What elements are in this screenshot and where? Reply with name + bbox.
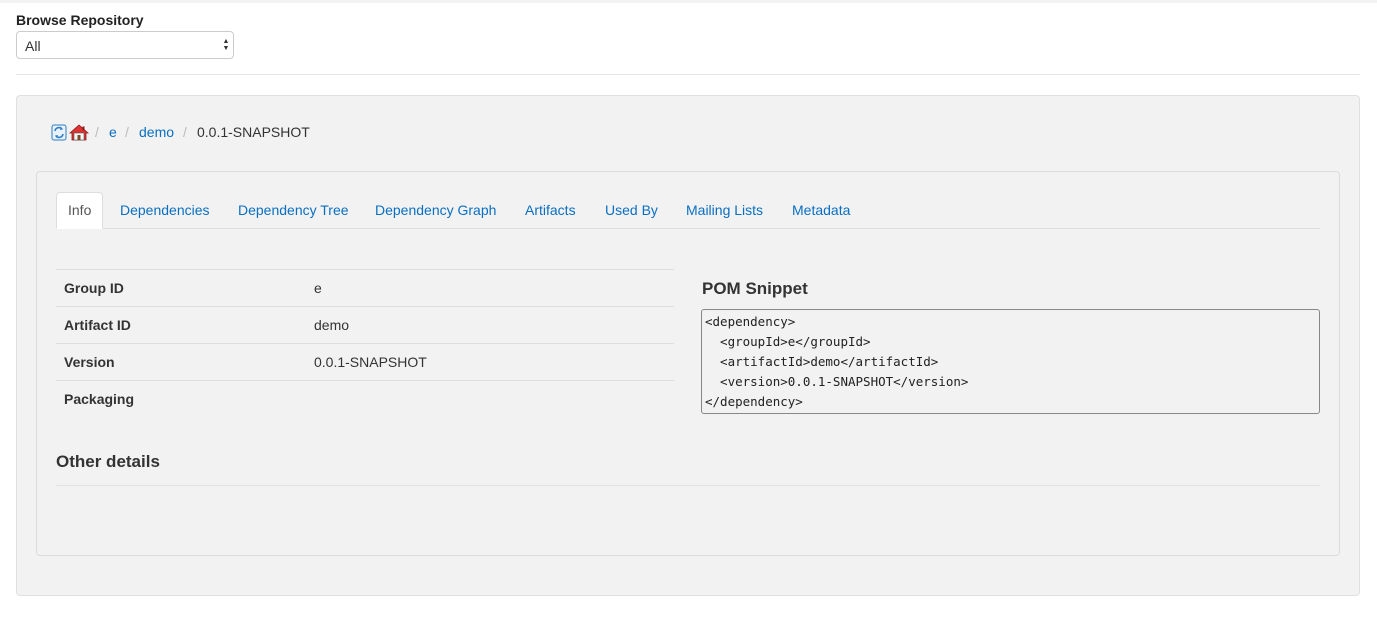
table-row-border (56, 380, 674, 381)
artifact-id-label: Artifact ID (64, 317, 131, 333)
group-id-label: Group ID (64, 280, 124, 296)
table-row-border (56, 343, 674, 344)
breadcrumb-current-version: 0.0.1-SNAPSHOT (197, 124, 310, 140)
home-icon[interactable] (68, 124, 90, 144)
other-details-divider (56, 485, 1320, 486)
version-label: Version (64, 354, 115, 370)
repository-select-value: All (25, 38, 41, 54)
repository-select[interactable]: All ▲ ▼ (16, 31, 234, 59)
select-arrows-icon: ▲ ▼ (222, 38, 230, 52)
tab-info[interactable]: Info (56, 192, 104, 229)
tab-metadata[interactable]: Metadata (792, 192, 850, 228)
pom-snippet-title: POM Snippet (702, 279, 808, 298)
tab-mailing-lists[interactable]: Mailing Lists (686, 192, 763, 228)
breadcrumb-group-e[interactable]: e (109, 124, 117, 140)
refresh-icon[interactable] (51, 124, 67, 144)
tab-used-by[interactable]: Used By (605, 192, 658, 228)
version-value: 0.0.1-SNAPSHOT (314, 354, 427, 370)
breadcrumb-separator: / (95, 124, 99, 140)
tab-artifacts[interactable]: Artifacts (525, 192, 576, 228)
pom-snippet-box[interactable]: <dependency> <groupId>e</groupId> <artif… (701, 309, 1320, 414)
group-id-value: e (314, 280, 322, 296)
tab-dependencies[interactable]: Dependencies (120, 192, 210, 228)
breadcrumb-separator: / (125, 124, 129, 140)
tabs-baseline (56, 228, 1320, 229)
breadcrumb-separator: / (183, 124, 187, 140)
browse-repository-label: Browse Repository (16, 12, 144, 28)
top-strip (0, 0, 1377, 3)
tab-dependency-graph[interactable]: Dependency Graph (375, 192, 496, 228)
tab-dependency-tree[interactable]: Dependency Tree (238, 192, 349, 228)
breadcrumb-artifact-demo[interactable]: demo (139, 124, 174, 140)
artifact-id-value: demo (314, 317, 350, 333)
divider (16, 74, 1360, 75)
packaging-label: Packaging (64, 391, 135, 407)
other-details-title: Other details (56, 452, 160, 471)
table-row-border (56, 269, 674, 270)
table-row-border (56, 306, 674, 307)
